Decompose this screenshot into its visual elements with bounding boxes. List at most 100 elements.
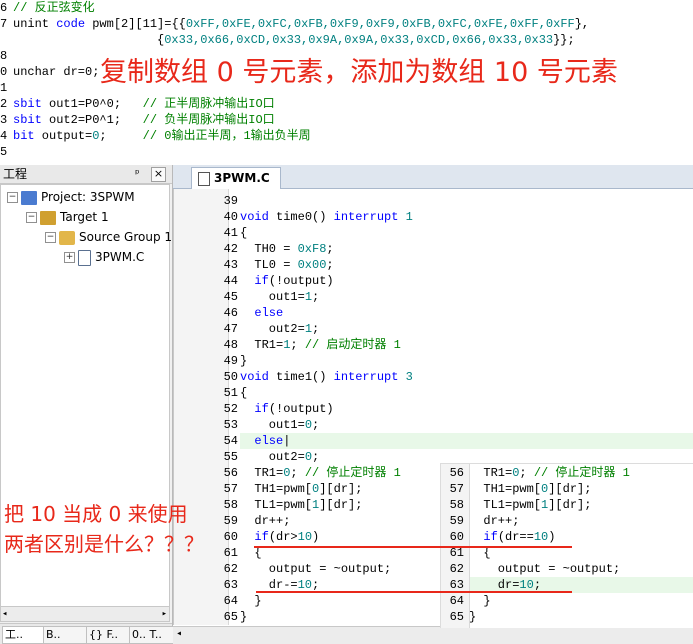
editor-hscrollbar[interactable]: ◂ xyxy=(173,626,693,644)
line-number: 59 xyxy=(449,514,464,528)
code-line: // 反正弦变化 xyxy=(13,0,95,16)
line-number: 40 xyxy=(223,210,238,224)
code-line: output = ~output; xyxy=(469,561,620,577)
code-line: out2=1; xyxy=(240,321,319,337)
line-number: 44 xyxy=(223,274,238,288)
code-line: unchar dr=0; xyxy=(13,64,99,80)
pin-icon[interactable]: ᵖ xyxy=(135,165,140,183)
tree-toggle-icon[interactable]: − xyxy=(7,192,18,203)
line-number: 43 xyxy=(223,258,238,272)
code-token: output = ~output; xyxy=(240,562,392,576)
code-token: // 正半周脉冲输出IO口 xyxy=(142,97,275,111)
code-token: ) xyxy=(548,530,556,544)
bottom-tab-0[interactable]: 工.. xyxy=(2,626,44,644)
scroll-right-icon[interactable]: ▸ xyxy=(162,607,167,621)
code-line: } xyxy=(240,353,247,369)
scroll-left-icon[interactable]: ◂ xyxy=(176,627,182,643)
code-token: | xyxy=(283,434,291,448)
close-icon[interactable]: × xyxy=(151,167,166,182)
line-number: 57 xyxy=(223,482,238,496)
code-line: TH0 = 0xF8; xyxy=(240,241,333,257)
code-token: ][dr]; xyxy=(319,482,363,496)
tree-item-folder[interactable]: − Source Group 1 xyxy=(45,228,172,246)
tree-item-label: Target 1 xyxy=(60,210,109,224)
tree-item-target[interactable]: − Target 1 xyxy=(26,208,109,226)
tree-item-label: Project: 3SPWM xyxy=(41,190,135,204)
line-number: 45 xyxy=(223,290,238,304)
project-tree-hscrollbar[interactable]: ◂ ▸ xyxy=(0,606,170,622)
line-number: 60 xyxy=(449,530,464,544)
line-number: 64 xyxy=(449,594,464,608)
code-token: 1 xyxy=(405,210,413,224)
code-token: 10 xyxy=(533,530,549,544)
code-line: else| xyxy=(240,433,290,449)
code-token: (!output) xyxy=(268,274,334,288)
line-number: 48 xyxy=(223,338,238,352)
code-line: else xyxy=(240,305,283,321)
code-token: TL0 = xyxy=(240,258,298,272)
line-number: 65 xyxy=(223,610,238,624)
code-token: ; xyxy=(312,450,320,464)
tab-3pwm-c[interactable]: 3PWM.C xyxy=(191,167,281,189)
code-token: 0 xyxy=(304,418,313,432)
bottom-tab-2[interactable]: {} F.. xyxy=(86,626,130,644)
tree-item-project[interactable]: − Project: 3SPWM xyxy=(7,188,135,206)
code-token: 0xF8 xyxy=(297,242,327,256)
code-token: unint xyxy=(13,17,57,31)
code-token: { xyxy=(240,226,248,240)
tab-label: 3PWM.C xyxy=(214,171,270,185)
red-underline-right-63 xyxy=(440,591,572,593)
code-token: ; xyxy=(533,578,542,592)
code-token: sbit xyxy=(13,97,42,111)
code-token: }, xyxy=(574,17,590,31)
code-line: TH1=pwm[0][dr]; xyxy=(240,481,362,497)
tree-toggle-icon[interactable]: + xyxy=(64,252,75,263)
code-token: bit xyxy=(13,129,35,143)
code-line: unint code pwm[2][11]={{0xFF,0xFE,0xFC,0… xyxy=(13,16,589,32)
code-token: ; xyxy=(312,418,320,432)
line-number: 50 xyxy=(223,370,238,384)
line-number: 62 xyxy=(449,562,464,576)
code-line: TR1=0; // 停止定时器 1 xyxy=(240,465,400,481)
code-token: // 负半周脉冲输出IO口 xyxy=(142,113,275,127)
code-line: if(dr==10) xyxy=(469,529,555,545)
code-token: out2= xyxy=(240,450,305,464)
code-token: 3 xyxy=(405,370,413,384)
code-token: out2=P0^1; xyxy=(41,113,143,127)
tree-toggle-icon[interactable]: − xyxy=(26,212,37,223)
scroll-left-icon[interactable]: ◂ xyxy=(2,607,7,621)
code-token: // 0输出正半周，1输出负半周 xyxy=(142,129,311,143)
code-token: ; xyxy=(290,338,305,352)
line-number: 56 xyxy=(223,466,238,480)
bottom-tab-1[interactable]: B.. xyxy=(43,626,87,644)
project-panel: 工程 ᵖ × − Project: 3SPWM − Target 1− Source G… xyxy=(0,165,181,644)
code-token: unchar dr=0; xyxy=(13,65,100,79)
tree-item-file[interactable]: +3PWM.C xyxy=(64,248,144,266)
code-token: TR1= xyxy=(240,338,284,352)
code-token: out1=P0^0; xyxy=(41,97,143,111)
code-line: TH1=pwm[0][dr]; xyxy=(469,481,591,497)
tree-toggle-icon[interactable]: − xyxy=(45,232,56,243)
line-number: 49 xyxy=(223,354,238,368)
code-token: // 启动定时器 1 xyxy=(304,338,401,352)
line-number: 1 xyxy=(0,81,8,95)
code-token: TH1=pwm[ xyxy=(240,482,313,496)
code-line: TR1=0; // 停止定时器 1 xyxy=(469,465,629,481)
code-token: time1() xyxy=(268,370,334,384)
editor-tabbar: 3PWM.C xyxy=(173,165,693,189)
line-number: 2 xyxy=(0,97,8,111)
code-token: 0xFF,0xFE,0xFC,0xFB,0xF9,0xF9,0xFB,0xFC,… xyxy=(185,17,575,31)
project-bottom-tabs: 工.. B..{} F.. 0.. T.. xyxy=(0,623,181,644)
code-token: 10 xyxy=(297,530,313,544)
code-line: bit output=0; // 0输出正半周，1输出负半周 xyxy=(13,128,311,144)
code-token: void xyxy=(240,370,269,384)
line-number: 51 xyxy=(223,386,238,400)
code-token: { xyxy=(469,546,491,560)
tree-item-label: 3PWM.C xyxy=(95,250,145,264)
code-token: TH0 = xyxy=(240,242,298,256)
